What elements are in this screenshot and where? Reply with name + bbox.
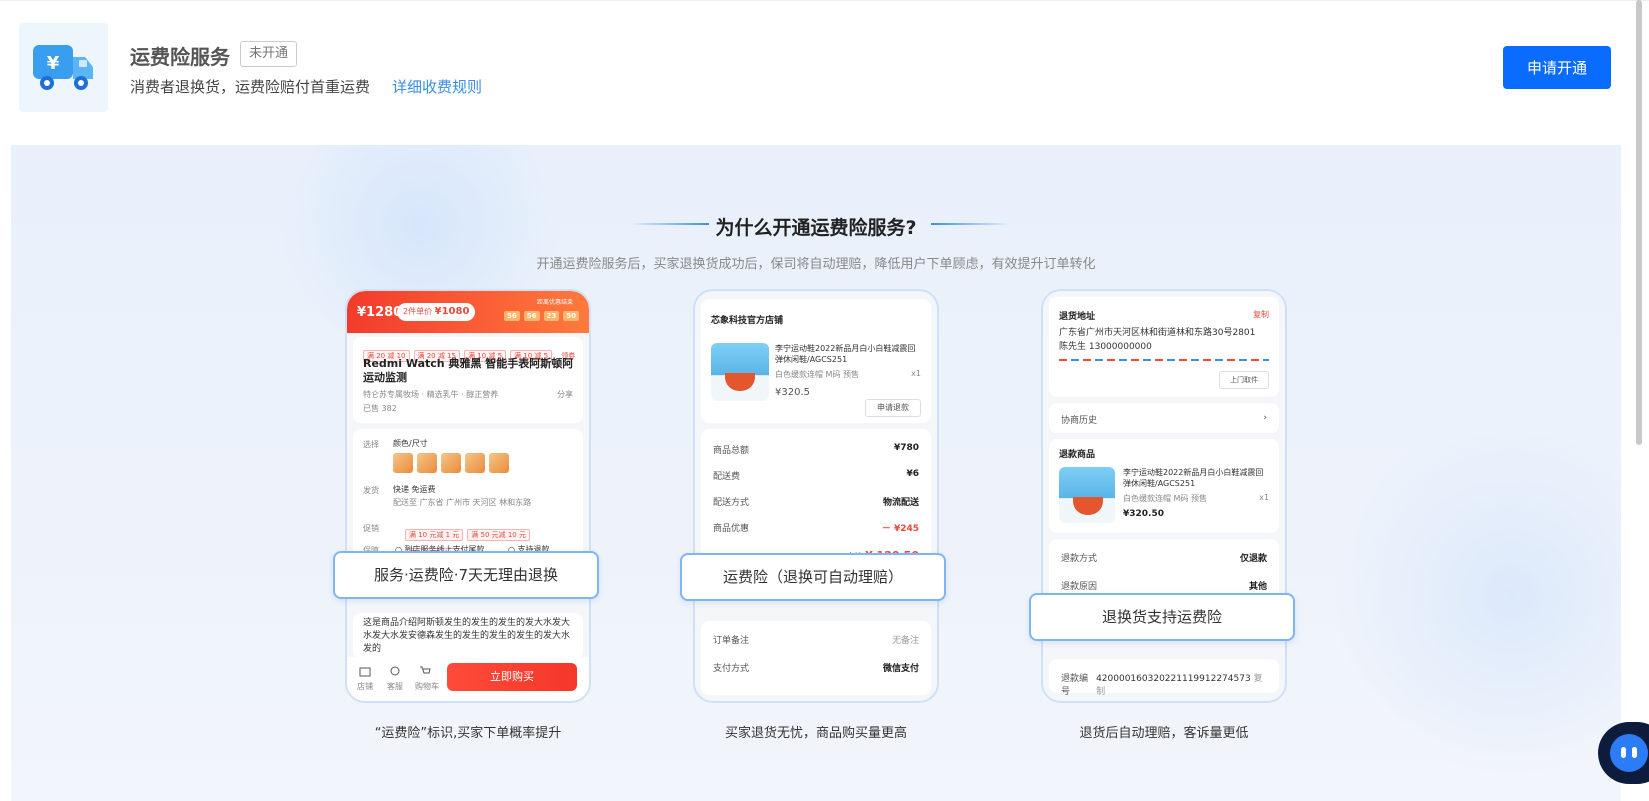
page-title: 运费险服务 (130, 45, 230, 69)
apply-button[interactable]: 申请开通 (1503, 46, 1611, 89)
buy-now-button[interactable]: 立即购买 (447, 663, 577, 691)
section-subtitle: 开通运费险服务后，买家退换货成功后，保司将自动理赔，降低用户下单顾虑，有效提升订… (536, 257, 1096, 272)
product-info-card: 满 20 减 10 满 20 减 15 满 10 减 5满 10 减 5 领券 Re… (353, 337, 583, 423)
robot-icon (1610, 734, 1648, 772)
phone-mockup-product: ¥1280 2件单价 ¥1080 距离优惠结束 56 56 23 50 满 20… (345, 289, 591, 703)
status-badge: 未开通 (240, 41, 298, 67)
service-description: 消费者退换货，运费险赔付首重运费 (130, 78, 371, 96)
cart-icon (420, 666, 431, 674)
product-image (711, 343, 769, 401)
product-image (1059, 467, 1115, 523)
bottom-action-bar: 店铺 客服 购物车 立即购买 (347, 657, 589, 701)
benefits-section: 为什么开通运费险服务? 开通运费险服务后，买家退换货成功后，保司将自动理赔，降低… (11, 145, 1621, 801)
price-banner: ¥1280 2件单价 ¥1080 距离优惠结束 56 56 23 50 (347, 291, 589, 333)
store-icon (359, 667, 371, 677)
refund-goods-card: 退款商品 李宁运动鞋2022新品月白小白鞋减震回弹休闲鞋/AGCS251 白色缓… (1049, 439, 1279, 533)
headset-icon (390, 666, 400, 676)
callout-return-support: 退换货支持运费险 (1029, 593, 1295, 641)
phone-mockup-order: 芯象科技官方店铺 李宁运动鞋2022新品月白小白鞋减震回弹休闲鞋/AGCS251… (693, 289, 939, 703)
callout-service-tag: 服务·运费险·7天无理由退换 (333, 551, 599, 599)
refund-number-card: 退款编号 420000160320221119912274573 复制 (1049, 659, 1279, 697)
chevron-right-icon: › (1263, 413, 1267, 423)
scrollbar-thumb[interactable] (1636, 0, 1642, 445)
caption-return: 退货后自动理赔，客诉量更低 (1079, 726, 1249, 741)
service-header: ¥ 运费险服务 未开通 消费者退换货，运费险赔付首重运费 详细收费规则 申请开通 (0, 0, 1649, 133)
section-title: 为什么开通运费险服务? (715, 217, 917, 239)
callout-auto-claim: 运费险（退换可自动理赔） (680, 553, 946, 601)
copy-address[interactable]: 复制 (1253, 309, 1269, 320)
title-divider-right (931, 223, 1011, 225)
product-intro: 这是商品介绍阿斯顿发生的发生的发生的发大水发大水发大水发安德森发生的发生的发生的… (353, 613, 583, 659)
return-address-card: 退货地址 复制 广东省广州市天河区林和街道林和东路30号2801 陈先生 130… (1049, 297, 1279, 397)
fee-rules-link[interactable]: 详细收费规则 (392, 76, 482, 97)
caption-order: 买家退货无忧，商品购买量更高 (724, 726, 907, 741)
order-extra-card: 订单备注 无备注 支付方式 微信支付 (701, 621, 931, 695)
order-summary-card: 商品总额¥780 配送费¥6 配送方式物流配送 商品优惠－ ¥245 合计 ¥ … (701, 429, 931, 569)
product-options-card: 选择 颜色/尺寸 发货 快递 免运费 配送至 广东省 广州市 天河区 林和东路 … (353, 429, 583, 569)
pickup-button[interactable]: 上门取件 (1219, 371, 1269, 389)
order-item-card: 芯象科技官方店铺 李宁运动鞋2022新品月白小白鞋减震回弹休闲鞋/AGCS251… (701, 299, 931, 423)
svg-text:¥: ¥ (47, 53, 60, 74)
negotiation-history[interactable]: 协商历史 › (1049, 403, 1279, 433)
refund-request-button[interactable]: 申请退款 (865, 399, 921, 417)
truck-icon: ¥ (33, 45, 93, 90)
freight-insurance-logo: ¥ (19, 23, 108, 112)
caption-product: “运费险”标识,买家下单概率提升 (374, 726, 562, 741)
